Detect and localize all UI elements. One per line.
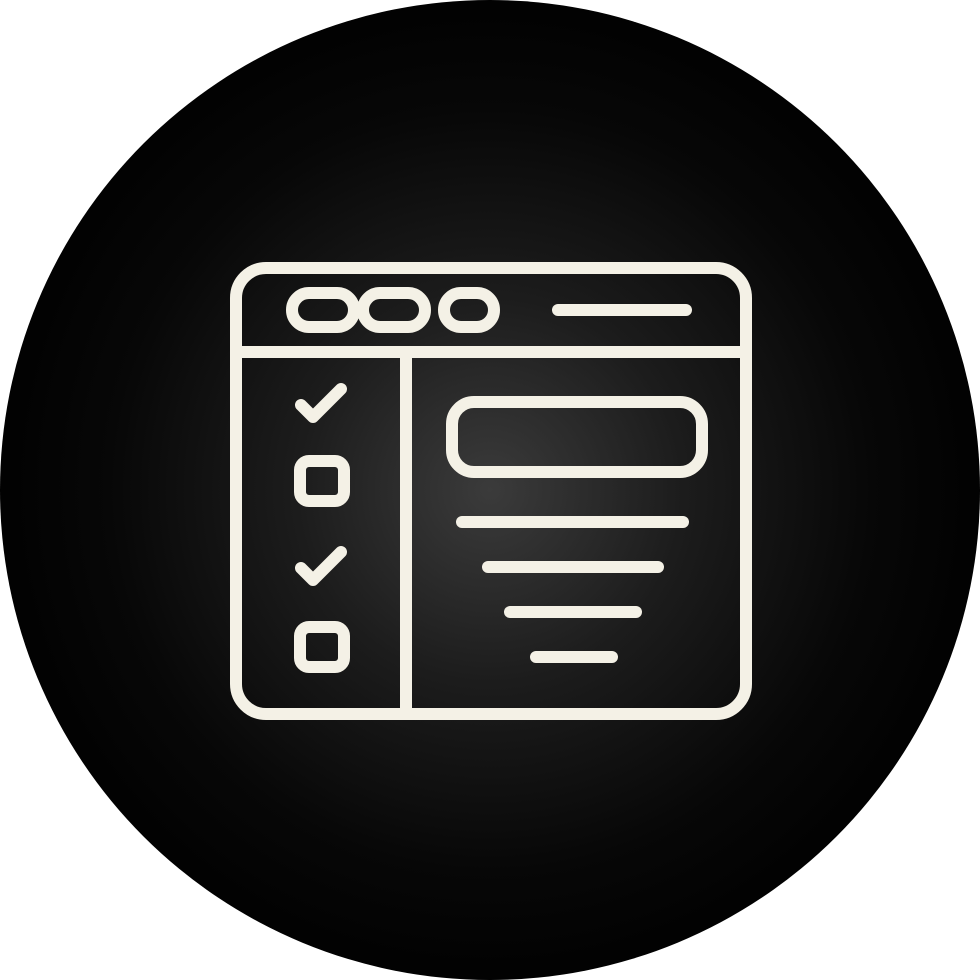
titlebar-button-icon [438,287,500,333]
content-header-box [446,396,708,478]
checkmark-icon [295,546,347,586]
titlebar-button-icon [286,287,360,333]
checkbox-empty-icon [294,455,350,507]
checkmark-icon [295,383,347,423]
checkbox-empty-icon [294,621,350,673]
icon-stage [0,0,980,980]
checklist-window-icon [230,262,752,720]
titlebar-button-icon [357,287,431,333]
window-frame [230,262,752,720]
